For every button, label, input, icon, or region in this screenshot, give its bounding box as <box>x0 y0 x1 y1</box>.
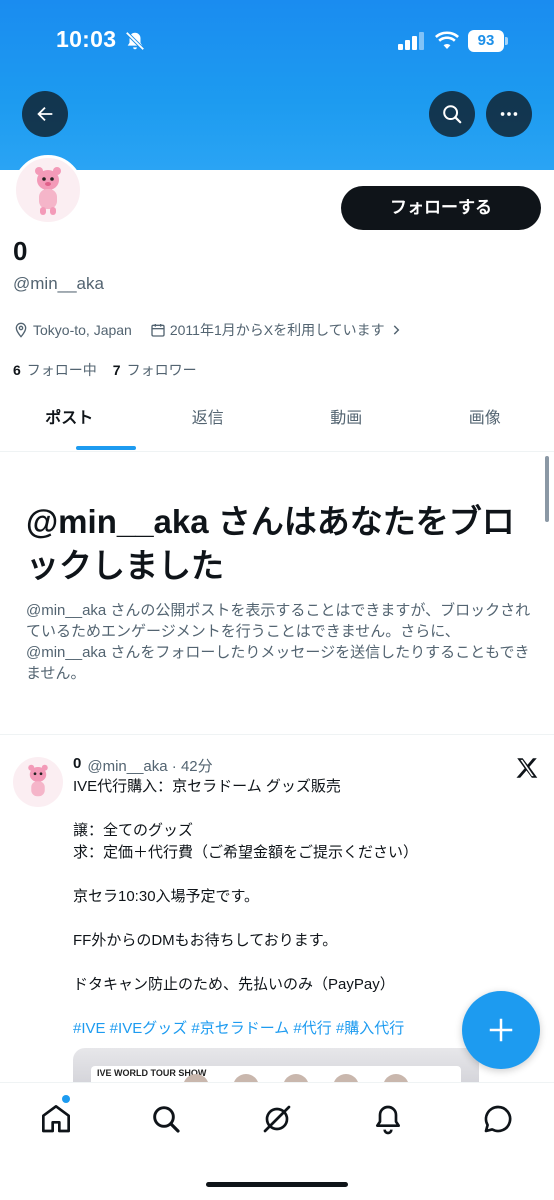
following-label: フォロー中 <box>26 362 97 378</box>
nav-home[interactable] <box>36 1099 76 1139</box>
tab-videos[interactable]: 動画 <box>277 396 416 451</box>
followers-label: フォロワー <box>126 362 197 378</box>
profile-location: Tokyo-to, Japan <box>33 322 132 338</box>
section-divider <box>0 734 554 735</box>
profile-meta: Tokyo-to, Japan 2011年1月からXを利用しています <box>13 320 407 340</box>
nav-notifications[interactable] <box>368 1099 408 1139</box>
tab-images[interactable]: 画像 <box>416 396 554 451</box>
nav-grok[interactable] <box>257 1099 297 1139</box>
follow-button[interactable]: フォローする <box>341 186 541 230</box>
tab-posts[interactable]: ポスト <box>0 396 139 451</box>
wifi-icon <box>435 31 459 49</box>
tab-replies[interactable]: 返信 <box>139 396 278 451</box>
back-arrow-icon <box>37 106 53 122</box>
blocked-title: @min__aka さんはあなたをブロックしました <box>26 503 515 584</box>
post-line: 京セラ10:30入場予定です。 <box>73 888 260 905</box>
post-header: 0 @min__aka · 42分 <box>73 755 213 776</box>
post-avatar[interactable] <box>13 757 63 807</box>
bell-off-icon <box>125 31 145 51</box>
search-icon <box>443 105 462 124</box>
more-icon <box>500 112 518 116</box>
pink-character-avatar-image <box>28 764 48 797</box>
plus-icon <box>489 1018 513 1042</box>
post-hashtags[interactable]: #IVE #IVEグッズ #京セラドーム #代行 #購入代行 <box>73 1018 513 1040</box>
status-bar: 10:03 93 <box>0 0 554 80</box>
post-line: FF外からのDMもお待ちしております。 <box>73 932 338 949</box>
grok-icon <box>263 1105 291 1133</box>
post-line: 譲：全てのグッズ <box>73 822 194 839</box>
scrollbar[interactable] <box>545 456 549 522</box>
more-options-button[interactable] <box>486 91 532 137</box>
nav-messages[interactable] <box>478 1099 518 1139</box>
battery-indicator: 93 <box>468 30 508 52</box>
compose-post-button[interactable] <box>462 991 540 1069</box>
following-count: 6 <box>13 362 21 378</box>
battery-level: 93 <box>468 30 504 52</box>
following-link[interactable]: 6 フォロー中 <box>13 360 97 380</box>
calendar-icon <box>151 324 165 337</box>
post-body: IVE代行購入：京セラドーム グッズ販売 譲：全てのグッズ 求：定価＋代行費（ご… <box>73 776 513 1040</box>
active-tab-indicator <box>76 446 136 450</box>
search-icon <box>153 1106 180 1133</box>
nav-search[interactable] <box>146 1099 186 1139</box>
post-line: 求：定価＋代行費（ご希望金額をご提示ください） <box>73 844 419 861</box>
search-button[interactable] <box>429 91 475 137</box>
follow-counts: 6 フォロー中 7 フォロワー <box>13 360 197 380</box>
post-author-name[interactable]: 0 <box>73 755 81 776</box>
followers-count: 7 <box>112 362 121 378</box>
cellular-signal-icon <box>398 32 424 50</box>
post-line: ドタキャン防止のため、先払いのみ（PayPay） <box>73 976 395 993</box>
profile-joined-date[interactable]: 2011年1月からXを利用しています <box>170 320 385 340</box>
x-logo-icon <box>516 758 538 778</box>
profile-tabs: ポスト 返信 動画 画像 <box>0 396 554 452</box>
followers-link[interactable]: 7 フォロワー <box>113 360 197 380</box>
back-button[interactable] <box>22 91 68 137</box>
bell-icon <box>376 1105 400 1135</box>
home-icon <box>42 1105 70 1133</box>
notification-dot <box>62 1095 70 1103</box>
post-meta: @min__aka · 42分 <box>87 758 213 775</box>
chevron-right-icon <box>393 325 400 335</box>
profile-name: 0 <box>13 236 28 266</box>
blocked-description: @min__aka さんの公開ポストを表示することはできますが、ブロックされてい… <box>26 602 531 682</box>
pink-character-avatar-image <box>35 167 61 215</box>
profile-avatar[interactable] <box>13 155 83 225</box>
location-pin-icon <box>15 322 27 338</box>
profile-handle: @min__aka <box>13 274 104 293</box>
post-line: IVE代行購入：京セラドーム グッズ販売 <box>73 778 341 795</box>
message-icon <box>484 1105 512 1133</box>
status-time: 10:03 <box>56 26 117 52</box>
home-indicator[interactable] <box>206 1182 348 1187</box>
